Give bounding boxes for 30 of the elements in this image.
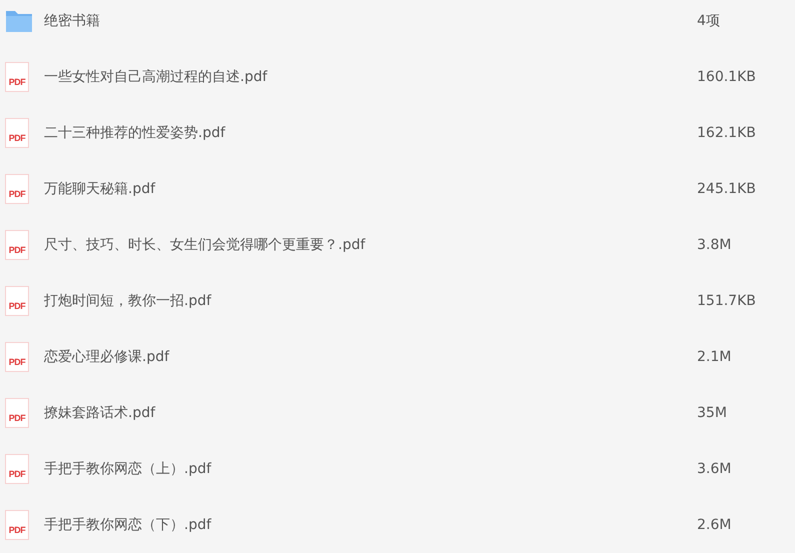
file-name[interactable]: 绝密书籍 [44,12,697,30]
file-size: 151.7KB [697,293,757,309]
file-name[interactable]: 打炮时间短，教你一招.pdf [44,292,697,310]
file-name[interactable]: 手把手教你网恋（上）.pdf [44,460,697,478]
file-size: 245.1KB [697,181,757,197]
file-name[interactable]: 尺寸、技巧、时长、女生们会觉得哪个更重要？.pdf [44,236,697,254]
file-name[interactable]: 恋爱心理必修课.pdf [44,348,697,366]
pdf-file-icon: PDF [5,398,29,428]
file-size: 162.1KB [697,125,757,141]
file-name[interactable]: 手把手教你网恋（下）.pdf [44,516,697,534]
file-size: 160.1KB [697,69,757,85]
file-name[interactable]: 一些女性对自己高潮过程的自述.pdf [44,68,697,86]
pdf-file-icon: PDF [5,510,29,540]
file-size: 2.1M [697,349,732,365]
file-size: 35M [697,405,728,421]
file-size: 3.6M [697,461,732,477]
file-size: 3.8M [697,237,732,253]
pdf-file-icon: PDF [5,286,29,316]
pdf-file-icon: PDF [5,230,29,260]
folder-icon [5,9,33,33]
pdf-file-icon: PDF [5,342,29,372]
pdf-file-icon: PDF [5,62,29,92]
file-name[interactable]: 万能聊天秘籍.pdf [44,180,697,198]
pdf-file-icon: PDF [5,174,29,204]
file-size: 2.6M [697,517,732,533]
file-size: 4项 [697,12,721,30]
file-name[interactable]: 撩妹套路话术.pdf [44,404,697,422]
pdf-file-icon: PDF [5,118,29,148]
file-name[interactable]: 二十三种推荐的性爱姿势.pdf [44,124,697,142]
pdf-file-icon: PDF [5,454,29,484]
